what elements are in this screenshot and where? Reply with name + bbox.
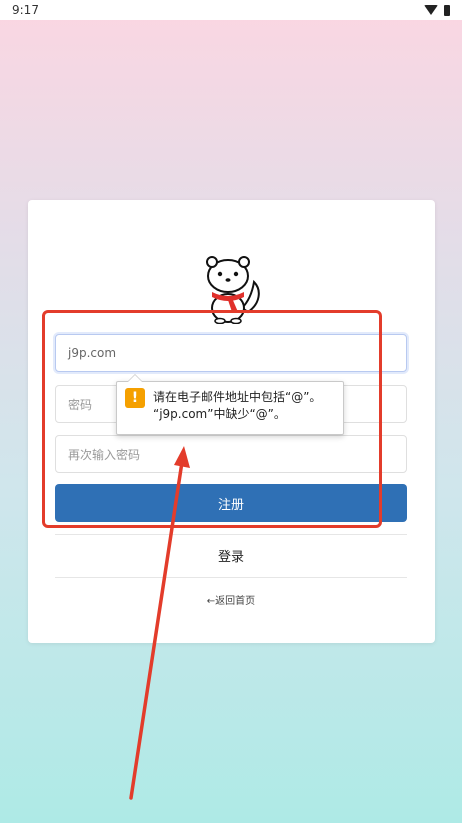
annotation-arrow (129, 446, 190, 800)
